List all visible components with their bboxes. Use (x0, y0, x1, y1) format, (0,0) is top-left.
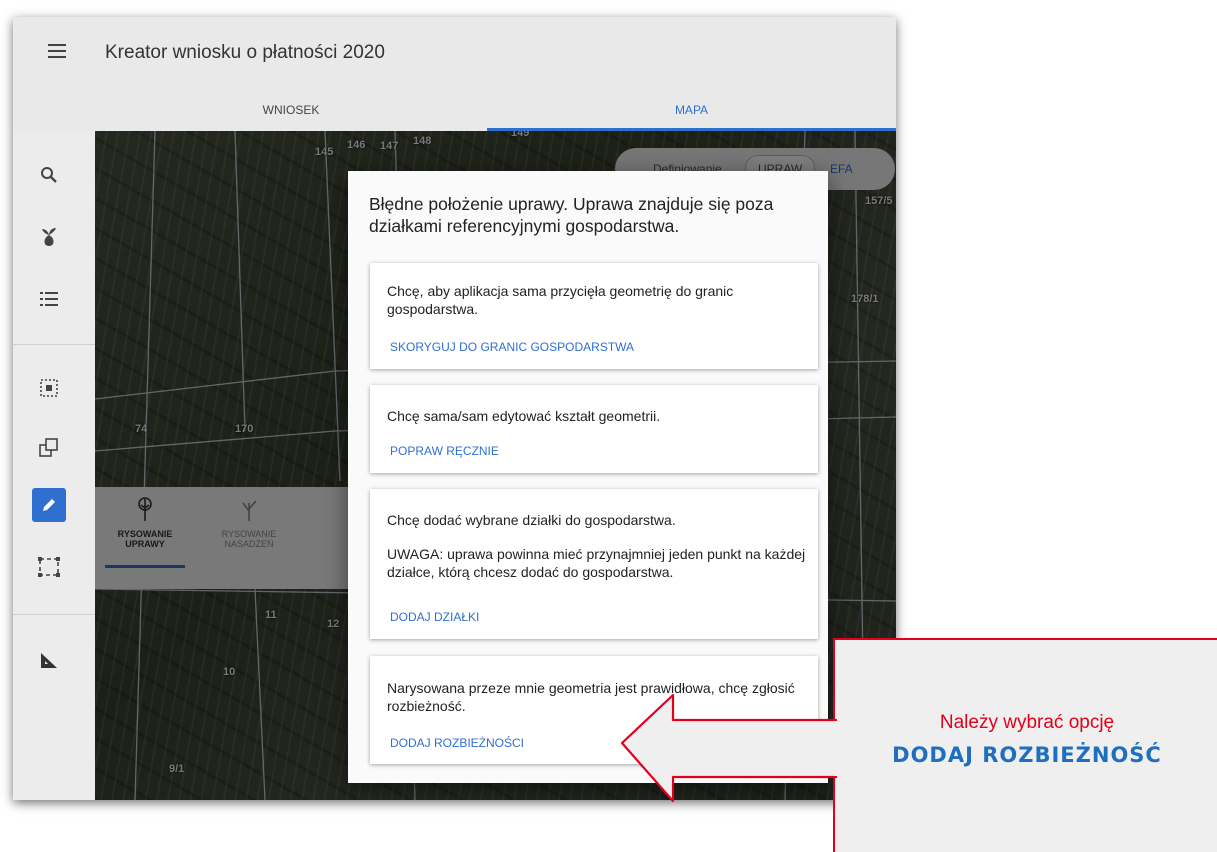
add-parcels-button[interactable]: DODAJ DZIAŁKI (390, 610, 479, 624)
search-icon[interactable] (32, 158, 66, 192)
option-card-add-parcels: Chcę dodać wybrane działki do gospodarst… (370, 489, 818, 639)
plant-icon[interactable] (32, 219, 66, 253)
map-toolbar (13, 131, 95, 800)
instruction-callout: Należy wybrać opcję DODAJ ROZBIEŻNOŚĆ (833, 638, 1217, 852)
tab-bar: WNIOSEK MAPA (13, 89, 896, 131)
app-bar: Kreator wniosku o płatności 2020 (13, 17, 896, 89)
copy-icon[interactable] (32, 431, 66, 465)
option-clip-text: Chcę, aby aplikacja sama przycięła geome… (387, 283, 734, 317)
report-discrepancy-button[interactable]: DODAJ ROZBIEŻNOŚCI (390, 736, 524, 750)
fix-manually-button[interactable]: POPRAW RĘCZNIE (390, 444, 499, 458)
option-card-report: Narysowana przeze mnie geometria jest pr… (370, 656, 818, 764)
page-title: Kreator wniosku o płatności 2020 (105, 42, 385, 63)
option-card-clip: Chcę, aby aplikacja sama przycięła geome… (370, 263, 818, 369)
option-report-text: Narysowana przeze mnie geometria jest pr… (387, 680, 795, 714)
geometry-error-dialog: Błędne położenie uprawy. Uprawa znajduje… (348, 171, 828, 783)
app-window: Kreator wniosku o płatności 2020 WNIOSEK… (13, 17, 896, 800)
option-add-parcels-text: Chcę dodać wybrane działki do gospodarst… (387, 512, 676, 528)
list-icon[interactable] (32, 282, 66, 316)
dashed-rect-icon[interactable] (32, 550, 66, 584)
option-add-parcels-note: UWAGA: uprawa powinna mieć przynajmniej … (387, 546, 806, 580)
tab-wniosek[interactable]: WNIOSEK (95, 89, 487, 131)
option-card-manual: Chcę sama/sam edytować kształt geometrii… (370, 385, 818, 473)
select-area-icon[interactable] (32, 371, 66, 405)
ruler-icon[interactable] (32, 643, 66, 677)
pencil-icon[interactable] (32, 488, 66, 522)
dialog-title: Błędne położenie uprawy. Uprawa znajduje… (369, 194, 774, 236)
menu-icon[interactable] (48, 44, 68, 62)
clip-to-boundaries-button[interactable]: SKORYGUJ DO GRANIC GOSPODARSTWA (390, 340, 634, 354)
option-manual-text: Chcę sama/sam edytować kształt geometrii… (387, 408, 661, 424)
callout-line2: DODAJ ROZBIEŻNOŚĆ (892, 743, 1162, 767)
callout-line1: Należy wybrać opcję (939, 712, 1115, 733)
tab-mapa[interactable]: MAPA (487, 89, 896, 131)
